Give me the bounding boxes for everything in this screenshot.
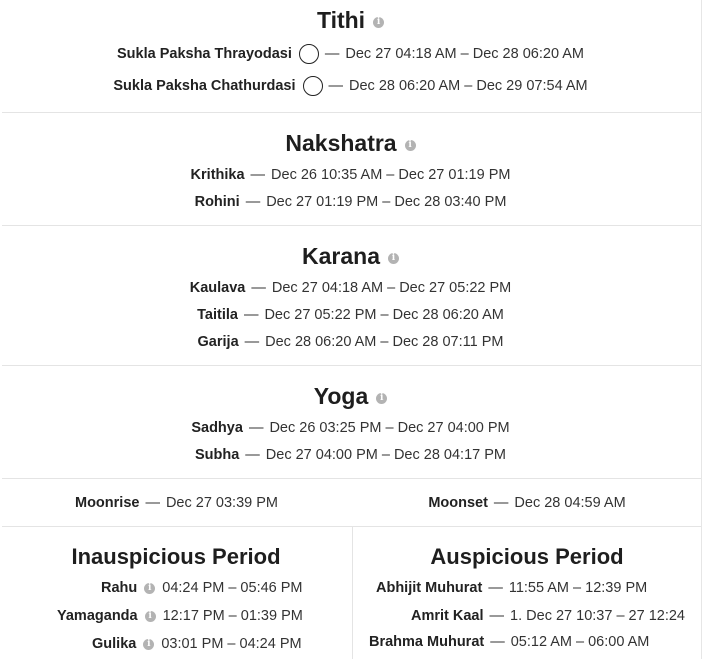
info-icon[interactable]: i	[373, 16, 385, 28]
info-icon[interactable]: i	[404, 139, 416, 151]
info-icon[interactable]: i	[376, 392, 388, 404]
info-icon[interactable]: i	[144, 610, 156, 622]
period-name: Amrit Kaal	[411, 608, 484, 624]
period-name: Rahu	[101, 580, 138, 596]
separator: —	[490, 634, 505, 650]
inauspicious-period-panel: Inauspicious Period	[0, 0, 352, 659]
right-border	[701, 0, 702, 659]
auspicious-row: Amrit Kaal — 1. Dec 27 10:37 – 27 12:24	[411, 606, 685, 626]
period-name: Abhijit Muhurat	[376, 580, 483, 596]
moonset-row: Moonset — Dec 28 04:59 AM	[353, 490, 701, 516]
period-name: Yamaganda	[57, 608, 138, 624]
tithi-range: Dec 27 04:18 AM – Dec 28 06:20 AM	[345, 46, 584, 62]
panchang-details: Tithi i Sukla Paksha Thrayodasi — Dec 27…	[0, 0, 712, 659]
period-range: 03:01 PM – 04:24 PM	[161, 636, 302, 652]
inauspicious-title: Inauspicious Period	[71, 544, 281, 569]
period-name: Gulika	[92, 636, 137, 652]
period-range: 11:55 AM – 12:39 PM	[508, 580, 648, 596]
auspicious-title: Auspicious Period	[430, 544, 624, 569]
period-range: 05:12 AM – 06:00 AM	[510, 634, 650, 650]
moonset-label: Moonset	[428, 495, 488, 511]
separator: —	[489, 608, 505, 624]
info-icon[interactable]: i	[387, 252, 399, 264]
inauspicious-row: Yamaganda i 12:17 PM – 01:39 PM	[57, 606, 303, 626]
auspicious-row: Brahma Muhurat — 05:12 AM – 06:00 AM	[369, 632, 649, 652]
info-icon[interactable]: i	[144, 582, 156, 594]
auspicious-row: Abhijit Muhurat — 11:55 AM – 12:39 PM	[376, 578, 647, 598]
period-name: Brahma Muhurat	[369, 634, 485, 650]
inauspicious-row: Rahu i 04:24 PM – 05:46 PM	[101, 578, 303, 598]
info-icon[interactable]: i	[143, 638, 155, 650]
separator: —	[493, 495, 509, 511]
tithi-range: Dec 28 06:20 AM – Dec 29 07:54 AM	[349, 78, 588, 94]
inauspicious-row: Gulika i 03:01 PM – 04:24 PM	[92, 634, 302, 654]
period-range: 12:17 PM – 01:39 PM	[162, 608, 303, 624]
period-range: 04:24 PM – 05:46 PM	[162, 580, 303, 596]
moonset-value: Dec 28 04:59 AM	[514, 495, 626, 511]
separator: —	[488, 580, 503, 596]
period-range: 1. Dec 27 10:37 – 27 12:24	[510, 608, 685, 624]
